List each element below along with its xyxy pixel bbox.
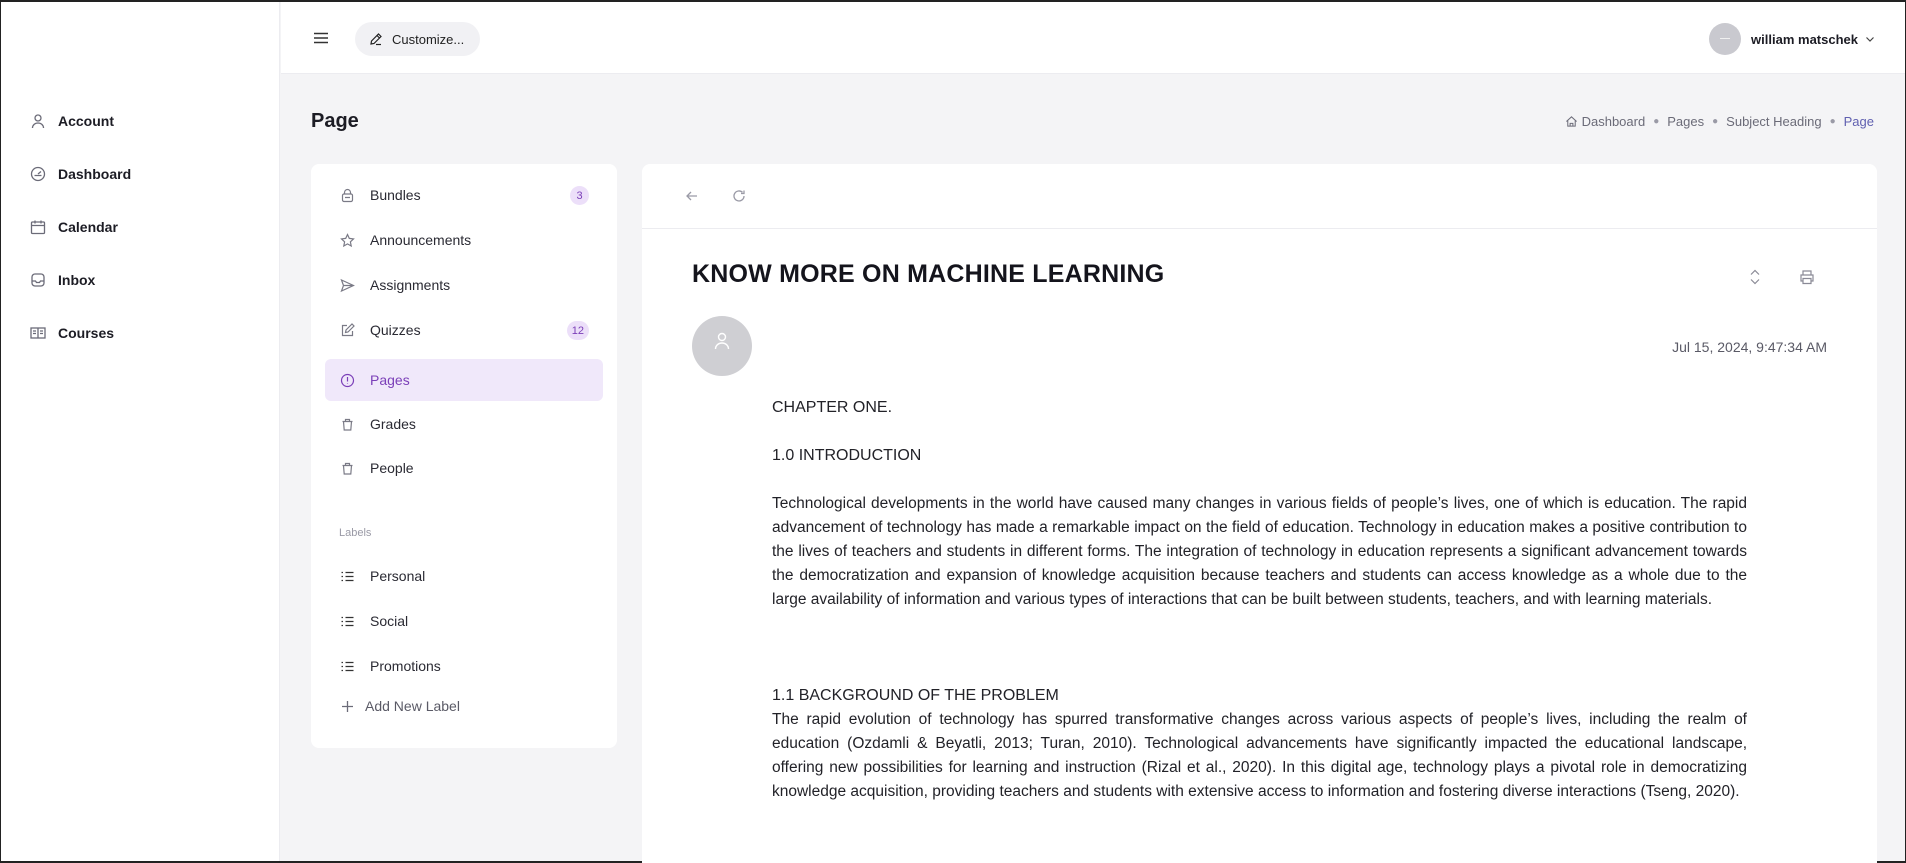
article-title: KNOW MORE ON MACHINE LEARNING [692, 260, 1165, 288]
nav-item-account[interactable]: Account [1, 94, 279, 147]
pencil-icon [370, 33, 382, 46]
nav-item-label: Account [58, 112, 114, 129]
breadcrumb-separator: ● [1712, 116, 1719, 127]
subnav-item-announcements[interactable]: Announcements [325, 219, 603, 261]
customize-button[interactable]: Customize... [355, 22, 481, 56]
home-icon [1565, 116, 1577, 127]
gauge-icon [30, 166, 46, 181]
breadcrumb-pages[interactable]: Pages [1667, 114, 1704, 129]
info-circle-icon [340, 373, 355, 387]
star-icon [340, 232, 355, 247]
trash-icon [342, 462, 353, 475]
top-bar: Customize... william matschek [281, 2, 1905, 74]
background-paragraph: The rapid evolution of technology has sp… [772, 711, 1747, 800]
label-item-promotions[interactable]: Promotions [325, 645, 603, 687]
subnav-item-quizzes[interactable]: Quizzes 12 [325, 309, 603, 351]
subnav-item-label: Grades [370, 416, 416, 432]
edit-icon [341, 322, 355, 336]
expand-collapse-icon[interactable] [1747, 268, 1763, 286]
breadcrumb-separator: ● [1653, 116, 1660, 127]
print-icon[interactable] [1799, 268, 1815, 286]
list-icon [341, 616, 354, 626]
subnav-item-label: Assignments [370, 277, 451, 293]
subnav-item-bundles[interactable]: Bundles 3 [325, 174, 603, 216]
plus-icon [342, 700, 353, 712]
nav-item-courses[interactable]: Courses [1, 306, 279, 359]
add-label-text: Add New Label [365, 698, 460, 714]
post-date: Jul 15, 2024, 9:47:34 AM [1672, 339, 1827, 355]
label-item-label: Personal [370, 568, 426, 584]
nav-item-calendar[interactable]: Calendar [1, 200, 279, 253]
subnav-item-pages[interactable]: Pages [325, 359, 603, 401]
subnav-item-grades[interactable]: Grades [325, 403, 603, 445]
list-icon [341, 571, 354, 581]
inbox-icon [31, 272, 45, 287]
subnav-item-label: Bundles [370, 187, 421, 203]
label-item-personal[interactable]: Personal [325, 555, 603, 597]
nav-item-inbox[interactable]: Inbox [1, 253, 279, 306]
article-body: CHAPTER ONE. 1.0 INTRODUCTION Technologi… [772, 396, 1747, 804]
count-badge: 12 [566, 321, 589, 340]
subnav-item-people[interactable]: People [325, 447, 603, 489]
breadcrumb-current-page: Page [1843, 114, 1874, 129]
breadcrumb-subject-heading[interactable]: Subject Heading [1726, 114, 1821, 129]
breadcrumb-separator: ● [1829, 116, 1836, 127]
nav-item-label: Courses [58, 324, 115, 341]
label-item-social[interactable]: Social [325, 600, 603, 642]
nav-item-label: Inbox [58, 271, 96, 288]
page-title: Page [311, 110, 359, 132]
author-avatar [692, 316, 752, 376]
nav-item-label: Calendar [58, 218, 118, 235]
trash-icon [342, 418, 353, 431]
lock-icon [341, 188, 354, 202]
left-sidebar: Account Dashboard Calendar Inbox Courses [1, 2, 280, 861]
back-arrow-icon[interactable] [684, 188, 700, 204]
hamburger-menu-icon[interactable] [312, 29, 330, 47]
label-item-label: Promotions [370, 658, 441, 674]
refresh-icon[interactable] [731, 188, 747, 204]
main-nav: Account Dashboard Calendar Inbox Courses [1, 94, 279, 359]
user-silhouette-icon [714, 332, 730, 350]
chapter-heading: CHAPTER ONE. [772, 399, 893, 416]
content-toolbar [642, 164, 1877, 229]
page-content-panel: KNOW MORE ON MACHINE LEARNING Jul 15, 20… [642, 164, 1877, 863]
labels-heading: Labels [339, 527, 372, 539]
introduction-heading: 1.0 INTRODUCTION [772, 447, 922, 464]
user-menu[interactable]: william matschek [1709, 23, 1875, 55]
customize-label: Customize... [392, 31, 465, 47]
breadcrumb: Dashboard ● Pages ● Subject Heading ● Pa… [1565, 114, 1874, 129]
subnav-item-label: Pages [370, 372, 410, 388]
course-subnav-panel: Bundles 3 Announcements Assignments Quiz… [311, 164, 617, 748]
list-icon [341, 661, 354, 671]
subnav-item-assignments[interactable]: Assignments [325, 264, 603, 306]
send-icon [340, 278, 355, 292]
user-name: william matschek [1751, 31, 1858, 47]
chevron-down-icon [1866, 37, 1874, 42]
nav-item-label: Dashboard [58, 165, 132, 182]
subnav-item-label: Announcements [370, 232, 472, 248]
subnav-item-label: People [370, 460, 414, 476]
breadcrumb-dashboard[interactable]: Dashboard [1582, 114, 1646, 129]
introduction-paragraph: Technological developments in the world … [772, 495, 1747, 608]
add-new-label-button[interactable]: Add New Label [325, 691, 460, 721]
nav-item-dashboard[interactable]: Dashboard [1, 147, 279, 200]
book-open-icon [30, 326, 46, 339]
count-badge: 3 [570, 186, 589, 205]
label-item-label: Social [370, 613, 409, 629]
background-heading: 1.1 BACKGROUND OF THE PROBLEM [772, 687, 1059, 704]
avatar [1709, 23, 1742, 55]
calendar-icon [30, 220, 46, 234]
subnav-item-label: Quizzes [370, 322, 421, 338]
user-icon [31, 113, 45, 128]
